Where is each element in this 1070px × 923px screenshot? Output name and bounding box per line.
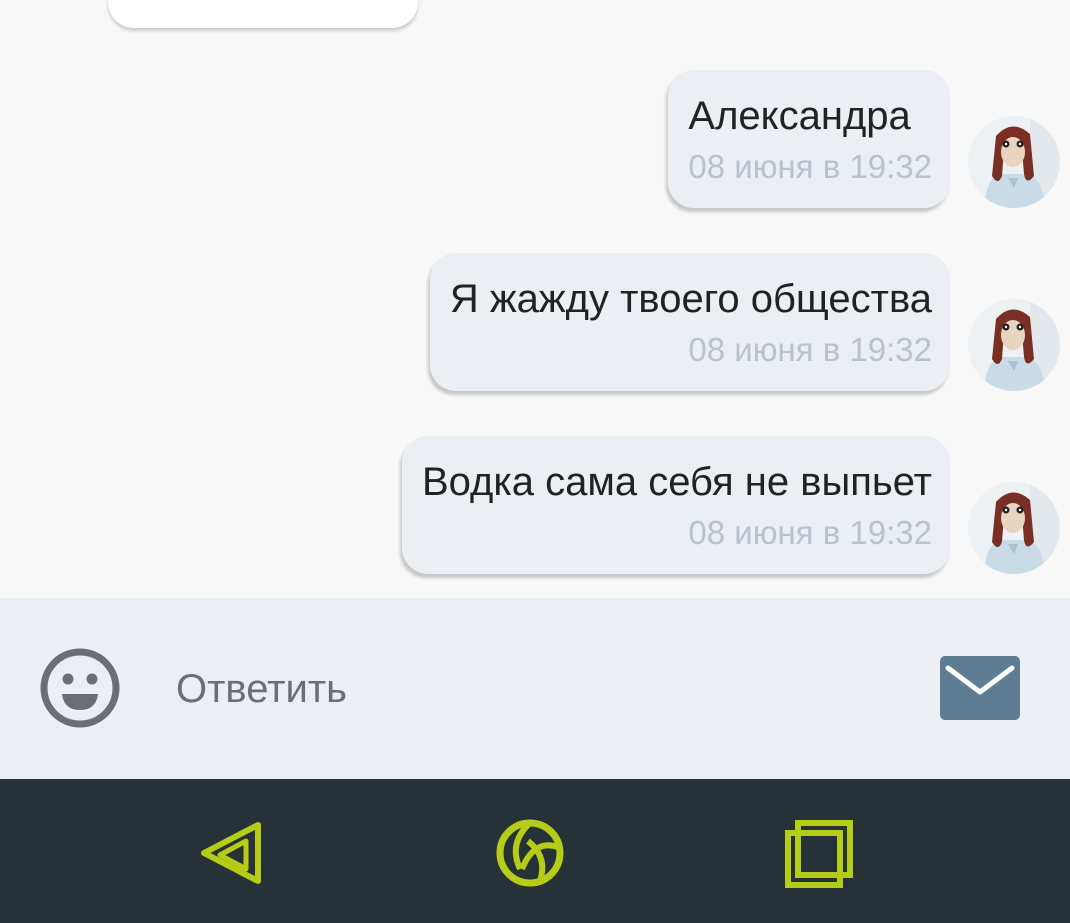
message-time: 08 июня в 19:32 bbox=[688, 148, 932, 185]
reply-input[interactable] bbox=[176, 658, 876, 720]
avatar[interactable] bbox=[968, 482, 1060, 574]
back-triangle-icon[interactable] bbox=[196, 817, 268, 889]
reply-composer bbox=[0, 598, 1070, 779]
avatar[interactable] bbox=[968, 299, 1060, 391]
recents-square-icon[interactable] bbox=[784, 817, 856, 889]
message-text: Я жажду твоего общества bbox=[449, 277, 932, 321]
message-text: Александра bbox=[688, 94, 911, 138]
message-list[interactable]: Александра 08 июня в 19:32 Я жажду твоег… bbox=[0, 0, 1070, 598]
system-navigation-bar bbox=[0, 779, 1070, 923]
avatar[interactable] bbox=[968, 116, 1060, 208]
message-row: Александра 08 июня в 19:32 bbox=[668, 70, 1060, 208]
previous-message-bubble bbox=[108, 0, 418, 28]
message-row: Я жажду твоего общества 08 июня в 19:32 bbox=[429, 253, 1060, 391]
message-time: 08 июня в 19:32 bbox=[688, 331, 932, 368]
envelope-icon[interactable] bbox=[940, 656, 1020, 720]
smiley-face-icon[interactable] bbox=[38, 646, 122, 730]
message-bubble[interactable]: Я жажду твоего общества 08 июня в 19:32 bbox=[429, 253, 950, 391]
message-row: Водка сама себя не выпьет 08 июня в 19:3… bbox=[401, 436, 1060, 574]
message-bubble[interactable]: Водка сама себя не выпьет 08 июня в 19:3… bbox=[401, 436, 950, 574]
message-text: Водка сама себя не выпьет bbox=[421, 460, 932, 504]
home-ring-icon[interactable] bbox=[494, 817, 566, 889]
message-bubble[interactable]: Александра 08 июня в 19:32 bbox=[668, 70, 950, 208]
message-time: 08 июня в 19:32 bbox=[688, 514, 932, 551]
